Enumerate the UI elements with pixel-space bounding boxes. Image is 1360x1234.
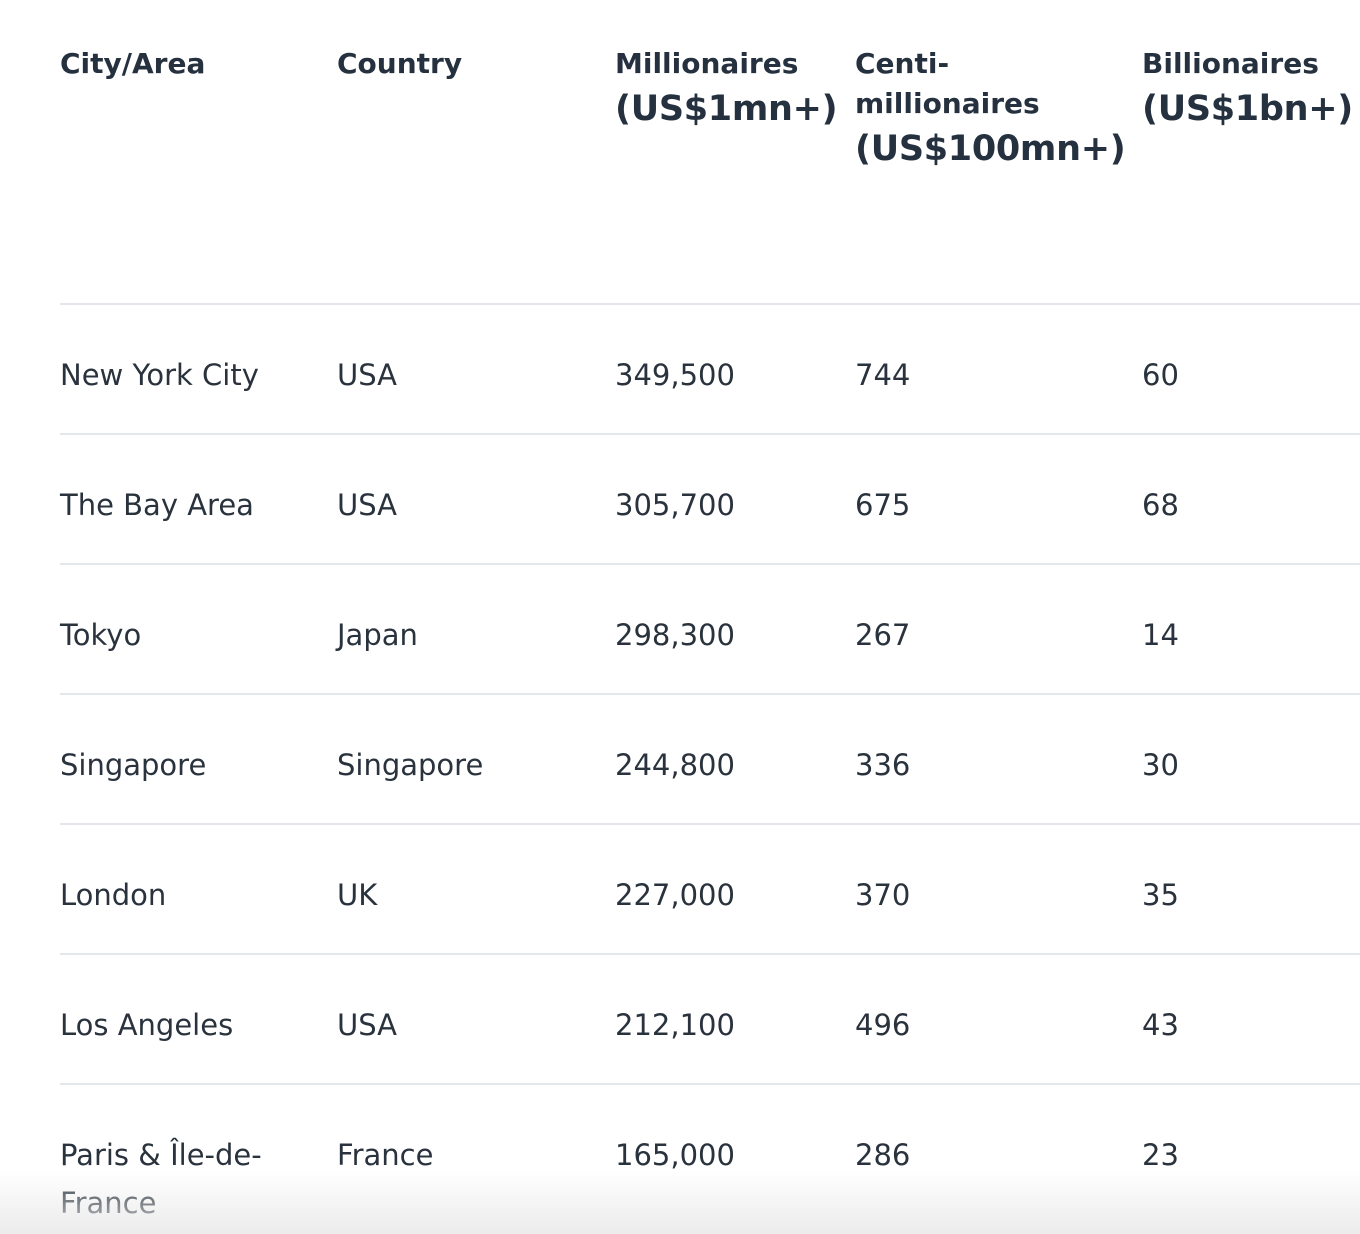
cell-billionaires: 35 xyxy=(1142,824,1360,955)
header-country: Country xyxy=(337,0,615,305)
wealth-table: City/Area Country Millionaires (US$1mn+)… xyxy=(60,0,1360,1227)
cell-city: London xyxy=(60,824,337,955)
table-row: London UK 227,000 370 35 xyxy=(60,824,1360,955)
header-billionaires: Billionaires (US$1bn+) xyxy=(1142,0,1360,305)
cell-centi-millionaires: 370 xyxy=(855,824,1142,955)
cell-billionaires: 68 xyxy=(1142,434,1360,565)
table-row: Los Angeles USA 212,100 496 43 xyxy=(60,954,1360,1085)
cell-country: USA xyxy=(337,434,615,565)
cell-city: Singapore xyxy=(60,694,337,825)
wealth-table-container: City/Area Country Millionaires (US$1mn+)… xyxy=(60,0,1360,1227)
cell-millionaires: 165,000 xyxy=(615,1138,735,1172)
cell-centi-millionaires: 286 xyxy=(855,1138,911,1172)
header-millionaires: Millionaires (US$1mn+) xyxy=(615,0,855,305)
cell-centi-millionaires: 744 xyxy=(855,304,1142,435)
header-city-area: City/Area xyxy=(60,0,337,305)
cell-billionaires: 30 xyxy=(1142,694,1360,825)
table-row: Singapore Singapore 244,800 336 30 xyxy=(60,694,1360,825)
header-row: City/Area Country Millionaires (US$1mn+)… xyxy=(60,0,1360,305)
header-centi-millionaires: Centi- millionaires (US$100mn+) xyxy=(855,0,1142,305)
cell-billionaires: 23 xyxy=(1142,1138,1179,1172)
cell-millionaires: 298,300 xyxy=(615,564,855,695)
cell-country: Singapore xyxy=(337,694,615,825)
cell-centi-millionaires: 267 xyxy=(855,564,1142,695)
cell-country: France xyxy=(337,1138,434,1172)
table-row: Tokyo Japan 298,300 267 14 xyxy=(60,564,1360,695)
cell-country: UK xyxy=(337,824,615,955)
cell-city: Los Angeles xyxy=(60,954,337,1085)
table-body: New York City USA 349,500 744 60 The Bay… xyxy=(60,304,1360,1227)
cell-millionaires: 305,700 xyxy=(615,434,855,565)
cell-country: USA xyxy=(337,304,615,435)
table-header: City/Area Country Millionaires (US$1mn+)… xyxy=(60,0,1360,305)
cell-billionaires: 14 xyxy=(1142,564,1360,695)
cell-city: Tokyo xyxy=(60,564,337,695)
cell-city: Paris & Île-de-France xyxy=(60,1138,262,1220)
cell-centi-millionaires: 496 xyxy=(855,954,1142,1085)
cell-country: Japan xyxy=(337,564,615,695)
cell-billionaires: 60 xyxy=(1142,304,1360,435)
cell-city: The Bay Area xyxy=(60,434,337,565)
table-row: New York City USA 349,500 744 60 xyxy=(60,304,1360,435)
cell-country: USA xyxy=(337,954,615,1085)
cell-centi-millionaires: 336 xyxy=(855,694,1142,825)
cell-millionaires: 212,100 xyxy=(615,954,855,1085)
cell-millionaires: 227,000 xyxy=(615,824,855,955)
cell-city: New York City xyxy=(60,304,337,435)
cell-centi-millionaires: 675 xyxy=(855,434,1142,565)
cell-billionaires: 43 xyxy=(1142,954,1360,1085)
cell-millionaires: 349,500 xyxy=(615,304,855,435)
cell-millionaires: 244,800 xyxy=(615,694,855,825)
table-row: Paris & Île-de-France France 165,000 286… xyxy=(60,1084,1360,1227)
table-row: The Bay Area USA 305,700 675 68 xyxy=(60,434,1360,565)
